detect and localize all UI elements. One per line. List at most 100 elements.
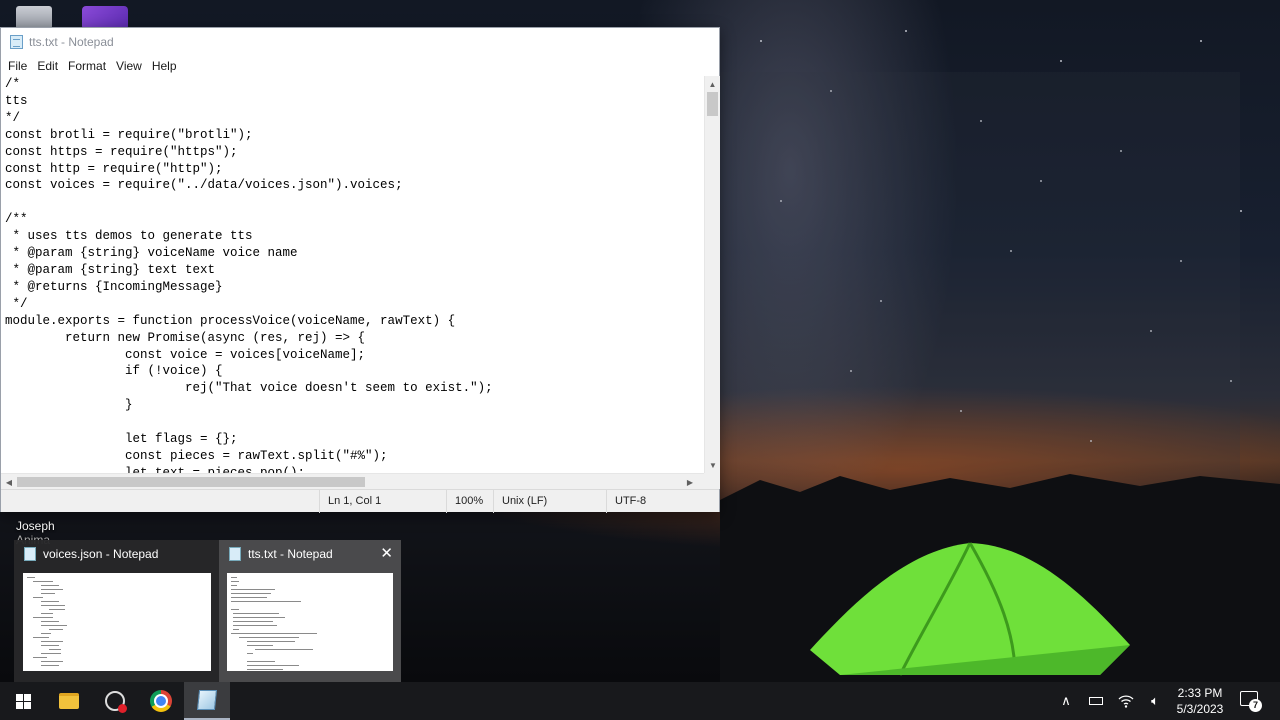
thumbnail-voices-json[interactable]: voices.json - Notepad	[14, 540, 219, 682]
preview-line	[247, 641, 295, 642]
vertical-scroll-thumb[interactable]	[707, 92, 718, 116]
scroll-up-icon[interactable]: ▲	[705, 76, 720, 92]
menu-edit[interactable]: Edit	[32, 56, 63, 76]
code-line[interactable]: const http = require("http");	[5, 161, 704, 178]
menu-format[interactable]: Format	[63, 56, 111, 76]
code-line[interactable]: module.exports = function processVoice(v…	[5, 313, 704, 330]
preview-line	[41, 653, 61, 654]
preview-line	[41, 605, 65, 606]
code-line[interactable]: */	[5, 110, 704, 127]
code-text[interactable]: /* tts */const brotli = require("brotli");…	[1, 76, 704, 473]
preview-line	[49, 649, 61, 650]
code-line[interactable]: const https = require("https");	[5, 144, 704, 161]
status-line-ending: Unix (LF)	[493, 490, 606, 513]
preview-line	[239, 637, 299, 638]
menu-file[interactable]: File	[3, 56, 32, 76]
preview-line	[41, 593, 55, 594]
scroll-left-icon[interactable]: ◀	[1, 474, 17, 490]
code-line[interactable]	[5, 194, 704, 211]
preview-line	[41, 625, 67, 626]
status-bar: Ln 1, Col 1 100% Unix (LF) UTF-8	[1, 489, 719, 513]
title-bar[interactable]: tts.txt - Notepad	[1, 28, 719, 56]
preview-line	[247, 669, 283, 670]
star-dot	[905, 30, 907, 32]
code-line[interactable]: * @param {string} voiceName voice name	[5, 245, 704, 262]
taskbar-thumbnail-popup: voices.json - Notepad tts.txt - Notepad …	[14, 540, 401, 682]
preview-line	[33, 597, 43, 598]
scroll-right-icon[interactable]: ▶	[682, 474, 698, 490]
preview-line	[247, 653, 253, 654]
notepad-window[interactable]: tts.txt - Notepad File Edit Format View …	[0, 27, 720, 513]
thumbnail-title: tts.txt - Notepad	[248, 547, 333, 561]
code-line[interactable]: let text = pieces.pop();	[5, 465, 704, 473]
taskbar: ∧ 🔈︎ 2:33 PM 5/3/2023 7	[0, 682, 1280, 720]
preview-line	[233, 621, 273, 622]
code-line[interactable]: * uses tts demos to generate tts	[5, 228, 704, 245]
wifi-icon[interactable]	[1114, 682, 1138, 720]
preview-line	[41, 621, 59, 622]
taskbar-chrome[interactable]	[138, 682, 184, 720]
menu-bar: File Edit Format View Help	[1, 56, 719, 76]
preview-line	[233, 625, 277, 626]
code-line[interactable]: const brotli = require("brotli");	[5, 127, 704, 144]
preview-line	[231, 577, 237, 578]
code-line[interactable]: * @returns {IncomingMessage}	[5, 279, 704, 296]
preview-line	[231, 633, 317, 634]
text-editor[interactable]: /* tts */const brotli = require("brotli");…	[1, 76, 704, 473]
close-icon[interactable]: ✕	[380, 546, 393, 561]
folder-icon	[59, 693, 79, 709]
thumbnail-preview-tts	[227, 573, 393, 671]
system-clock[interactable]: 2:33 PM 5/3/2023	[1168, 685, 1232, 717]
code-line[interactable]: rej("That voice doesn't seem to exist.")…	[5, 380, 704, 397]
code-line[interactable]: * @param {string} text text	[5, 262, 704, 279]
green-tent	[810, 542, 1130, 676]
code-line[interactable]: /**	[5, 211, 704, 228]
menu-view[interactable]: View	[111, 56, 147, 76]
status-zoom: 100%	[446, 490, 493, 513]
volume-icon[interactable]: 🔈︎	[1143, 682, 1167, 720]
vertical-scrollbar[interactable]: ▲ ▼	[704, 76, 720, 473]
preview-line	[233, 617, 285, 618]
preview-line	[41, 661, 63, 662]
star-dot	[760, 40, 762, 42]
taskbar-notepad[interactable]	[184, 682, 230, 720]
horizontal-scrollbar[interactable]: ◀ ▶	[1, 473, 704, 489]
code-line[interactable]: */	[5, 296, 704, 313]
preview-line	[231, 585, 237, 586]
notepad-icon	[196, 690, 218, 710]
preview-line	[233, 629, 239, 630]
taskbar-app-gauge[interactable]	[92, 682, 138, 720]
thumbnail-tts-txt[interactable]: tts.txt - Notepad ✕	[219, 540, 401, 682]
preview-line	[231, 581, 239, 582]
code-line[interactable]: /*	[5, 76, 704, 93]
start-button[interactable]	[0, 682, 46, 720]
window-title: tts.txt - Notepad	[29, 35, 114, 49]
code-line[interactable]: return new Promise(async (res, rej) => {	[5, 330, 704, 347]
code-line[interactable]: tts	[5, 93, 704, 110]
preview-line	[41, 645, 59, 646]
code-line[interactable]: }	[5, 397, 704, 414]
star-dot	[1060, 60, 1062, 62]
code-line[interactable]: const voices = require("../data/voices.j…	[5, 177, 704, 194]
preview-line	[33, 581, 53, 582]
preview-line	[231, 589, 275, 590]
star-dot	[1200, 40, 1202, 42]
horizontal-scroll-thumb[interactable]	[17, 477, 365, 487]
menu-help[interactable]: Help	[147, 56, 182, 76]
code-line[interactable]: let flags = {};	[5, 431, 704, 448]
windows-logo-icon	[15, 693, 31, 709]
preview-line	[27, 577, 35, 578]
taskbar-file-explorer[interactable]	[46, 682, 92, 720]
scroll-down-icon[interactable]: ▼	[705, 457, 721, 473]
show-hidden-icons-chevron-up-icon[interactable]: ∧	[1054, 682, 1078, 720]
code-line[interactable]: const voice = voices[voiceName];	[5, 347, 704, 364]
scrollbar-corner	[704, 473, 720, 489]
code-line[interactable]: const pieces = rawText.split("#%");	[5, 448, 704, 465]
preview-line	[231, 609, 239, 610]
preview-line	[233, 613, 279, 614]
code-line[interactable]: if (!voice) {	[5, 363, 704, 380]
battery-icon[interactable]	[1084, 682, 1108, 720]
notepad-icon	[10, 35, 23, 49]
notepad-icon	[229, 547, 241, 561]
code-line[interactable]	[5, 414, 704, 431]
